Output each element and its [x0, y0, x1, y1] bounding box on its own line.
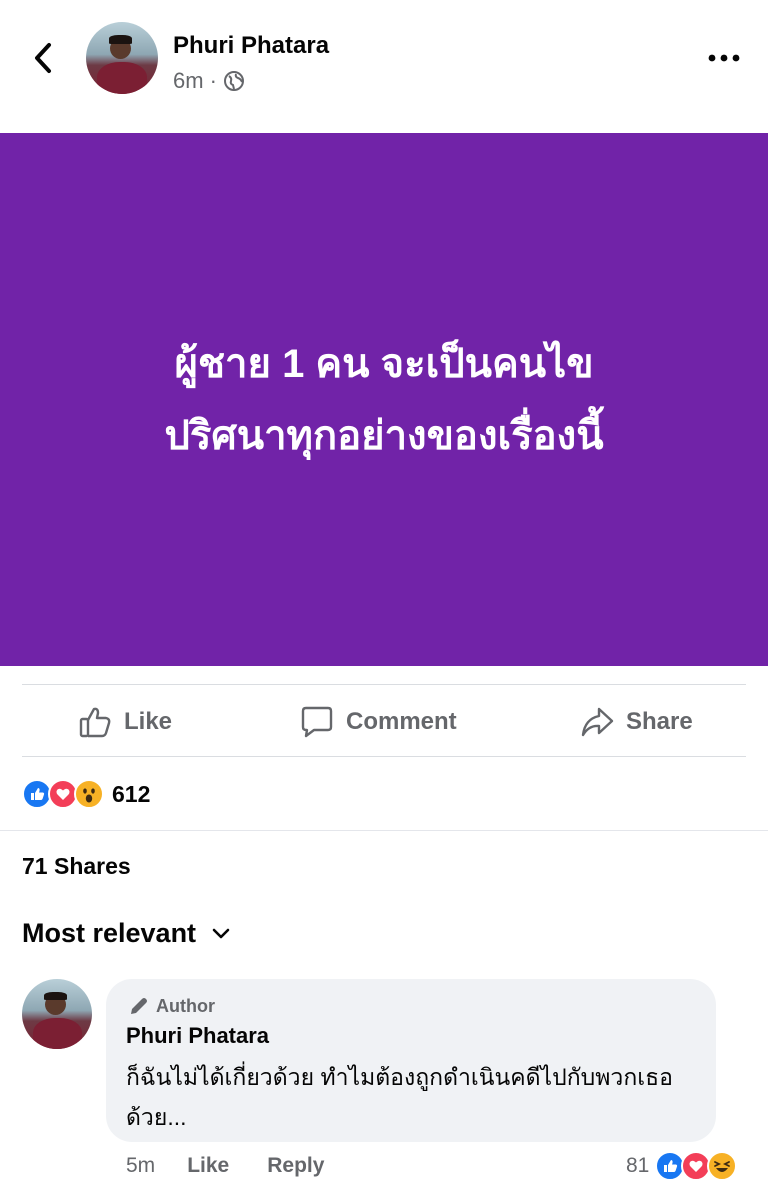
- post-action-bar: Like Comment Share: [0, 690, 768, 754]
- comment-reactions[interactable]: 81: [626, 1150, 738, 1182]
- reaction-count: 612: [112, 780, 151, 807]
- comment-sort-dropdown[interactable]: Most relevant: [22, 918, 230, 949]
- more-options-button[interactable]: [704, 46, 744, 70]
- comment-reaction-count: 81: [626, 1154, 650, 1177]
- comment-text: ก็ฉันไม่ได้เกี่ยวด้วย ทำไมต้องถูกดำเนินค…: [126, 1064, 673, 1130]
- divider: [0, 830, 768, 831]
- post-text-line-1: ผู้ชาย 1 คน จะเป็นคนไข: [174, 341, 594, 386]
- like-button[interactable]: Like: [78, 690, 172, 754]
- author-badge-label: Author: [156, 995, 215, 1016]
- comment-label: Comment: [346, 708, 457, 735]
- comment-bubble-icon: [301, 706, 333, 738]
- comment-time: 5m: [126, 1154, 156, 1177]
- pen-icon: [131, 998, 147, 1014]
- post-text: ผู้ชาย 1 คน จะเป็นคนไข ปริศนาทุกอย่างของ…: [164, 328, 603, 472]
- back-button[interactable]: [26, 36, 60, 80]
- like-label: Like: [124, 708, 173, 735]
- haha-reaction-icon: [707, 1151, 738, 1181]
- comment-reply-button[interactable]: Reply: [267, 1154, 324, 1178]
- comment-bubble: Author Phuri Phatara ก็ฉันไม่ได้เกี่ยวด้…: [106, 979, 716, 1142]
- divider: [22, 756, 746, 757]
- author-avatar[interactable]: [86, 22, 158, 94]
- post-header: Phuri Phatara 6m ·: [0, 0, 768, 120]
- share-label: Share: [626, 708, 693, 735]
- post-meta: 6m ·: [173, 68, 245, 94]
- globe-icon: [223, 71, 244, 91]
- comment-author-name[interactable]: Phuri Phatara: [126, 1023, 269, 1049]
- divider: [22, 684, 746, 685]
- comment-button[interactable]: Comment: [300, 690, 457, 754]
- post-text-line-2: ปริศนาทุกอย่างของเรื่องนี้: [164, 413, 604, 458]
- thumbs-up-icon: [79, 707, 111, 738]
- comment-footer: 5m Like Reply: [126, 1150, 362, 1182]
- post-text-card: ผู้ชาย 1 คน จะเป็นคนไข ปริศนาทุกอย่างของ…: [0, 133, 768, 666]
- chevron-down-icon: [212, 928, 230, 938]
- reactions-summary[interactable]: 612: [22, 776, 150, 812]
- comment-like-button[interactable]: Like: [187, 1154, 229, 1178]
- share-button[interactable]: Share: [580, 690, 693, 754]
- chevron-left-icon: [35, 43, 51, 73]
- sort-label: Most relevant: [22, 918, 197, 948]
- post-time[interactable]: 6m: [173, 68, 204, 94]
- meta-separator: ·: [209, 68, 217, 93]
- shares-count[interactable]: 71 Shares: [22, 853, 131, 880]
- author-name[interactable]: Phuri Phatara: [173, 32, 329, 60]
- wow-reaction-icon: [74, 779, 104, 809]
- comment-author-avatar[interactable]: [22, 979, 92, 1049]
- more-horizontal-icon: [708, 54, 740, 62]
- share-arrow-icon: [581, 707, 614, 737]
- author-badge: Author: [128, 995, 215, 1017]
